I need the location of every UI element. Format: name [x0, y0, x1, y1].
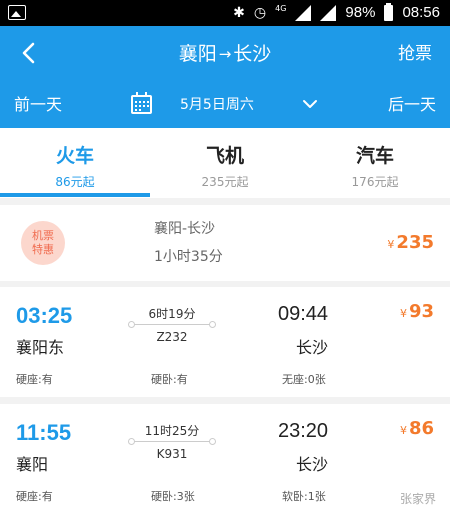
watermark: 张家界	[399, 492, 436, 506]
departure-time: 03:25	[16, 303, 73, 328]
seat-availability: 硬卧:3张	[151, 490, 195, 503]
bluetooth-icon: ✱	[233, 5, 245, 21]
status-bar: ✱ ◷ 4G 98% 08:56	[0, 0, 450, 26]
status-icons: ✱ ◷ 4G 98% 08:56	[233, 3, 440, 23]
transport-tabs: 火车 86元起 飞机 235元起 汽车 176元起	[0, 128, 450, 198]
ticket-price: ¥86	[400, 418, 434, 439]
train-row[interactable]: 11:55 襄阳 11时25分 K931 23:20 长沙 ¥86 硬座:有 硬…	[0, 404, 450, 510]
travel-duration: 11时25分	[144, 424, 200, 438]
seat-availability: 硬座:有	[16, 490, 53, 503]
train-number: Z232	[156, 330, 188, 344]
arrival-station: 长沙	[296, 455, 329, 474]
tab-price: 235元起	[201, 175, 249, 189]
ticket-price: ¥93	[400, 301, 434, 322]
price-value: 235	[396, 232, 434, 253]
tab-price: 86元起	[55, 175, 95, 189]
grab-ticket-button[interactable]: 抢票	[398, 26, 432, 82]
train-number: K931	[156, 447, 188, 461]
date-bar: 前一天 5月5日周六 后一天	[0, 82, 450, 128]
active-tab-indicator	[0, 193, 150, 197]
seat-availability: 无座:0张	[282, 373, 326, 386]
next-day-button[interactable]: 后一天	[388, 82, 436, 128]
seat-availability: 软卧:1张	[282, 490, 326, 503]
battery-icon	[384, 3, 394, 21]
arrival-station: 长沙	[296, 338, 329, 357]
departure-time: 11:55	[16, 420, 72, 445]
clock: 08:56	[402, 4, 440, 21]
image-notification-icon	[8, 5, 26, 20]
tab-bus[interactable]: 汽车 176元起	[300, 128, 450, 198]
tab-train[interactable]: 火车 86元起	[0, 128, 150, 198]
tab-label: 汽车	[355, 145, 394, 167]
seat-availability: 硬座:有	[16, 373, 53, 386]
prev-day-button[interactable]: 前一天	[14, 82, 62, 128]
battery-level: 98%	[345, 4, 376, 21]
price-value: 93	[408, 301, 434, 322]
tab-label: 飞机	[205, 145, 244, 167]
page-title: 襄阳 → 长沙	[0, 26, 450, 82]
signal-icon	[295, 5, 312, 21]
flight-deal-badge: 机票 特惠	[21, 221, 65, 265]
tab-label: 火车	[55, 145, 94, 167]
network-type: 4G	[275, 4, 287, 13]
route-line	[128, 438, 216, 445]
calendar-icon[interactable]	[131, 92, 152, 114]
title-from: 襄阳	[178, 43, 217, 65]
alarm-icon: ◷	[253, 5, 267, 21]
arrow-right-icon: →	[218, 45, 232, 63]
promo-route: 襄阳-长沙	[154, 221, 216, 237]
header: 襄阳 → 长沙 抢票	[0, 26, 450, 82]
tab-flight[interactable]: 飞机 235元起	[150, 128, 300, 198]
flight-promo-card[interactable]: 机票 特惠 襄阳-长沙 1小时35分 ¥235	[0, 205, 450, 281]
currency-symbol: ¥	[399, 307, 407, 320]
departure-station: 襄阳东	[16, 338, 65, 357]
date-selector[interactable]: 5月5日周六	[180, 82, 254, 128]
train-row[interactable]: 03:25 襄阳东 6时19分 Z232 09:44 长沙 ¥93 硬座:有 硬…	[0, 287, 450, 397]
chevron-down-icon[interactable]	[302, 96, 318, 112]
promo-price: ¥235	[387, 232, 434, 253]
arrival-time: 09:44	[278, 303, 329, 325]
route-line	[128, 321, 216, 328]
tab-price: 176元起	[351, 175, 399, 189]
arrival-time: 23:20	[278, 420, 329, 442]
badge-line: 特惠	[32, 243, 54, 256]
title-to: 长沙	[233, 43, 272, 65]
travel-duration: 6时19分	[148, 307, 196, 321]
price-value: 86	[408, 418, 434, 439]
promo-duration: 1小时35分	[154, 249, 223, 265]
badge-line: 机票	[32, 229, 54, 242]
seat-availability: 硬卧:有	[151, 373, 188, 386]
cellular-signal-icon	[320, 5, 337, 21]
currency-symbol: ¥	[399, 424, 407, 437]
currency-symbol: ¥	[387, 238, 395, 251]
departure-station: 襄阳	[16, 455, 49, 474]
